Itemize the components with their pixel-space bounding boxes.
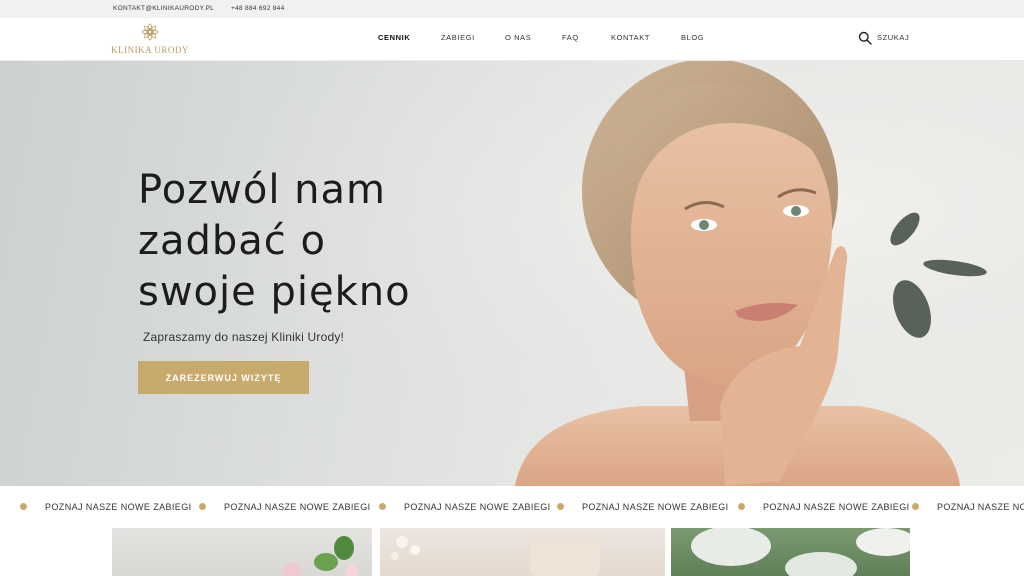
- hero-subtitle: Zapraszamy do naszej Kliniki Urody!: [143, 330, 345, 344]
- logo-text: KLINIKA URODY: [111, 45, 189, 55]
- dot-icon: [20, 503, 27, 510]
- contact-email-link[interactable]: KONTAKT@KLINIKAURODY.PL: [113, 5, 214, 12]
- news-marquee: POZNAJ NASZE NOWE ZABIEGI POZNAJ NASZE N…: [0, 486, 1024, 528]
- marquee-text: POZNAJ NASZE NOWE ZABIEGI: [224, 502, 371, 512]
- hero-title-line: Pozwól nam: [138, 167, 387, 213]
- book-visit-button[interactable]: ZAREZERWUJ WIZYTĘ: [138, 361, 309, 394]
- marquee-text: POZNAJ NASZE NOWE ZABIEGI: [404, 502, 551, 512]
- marquee-item: POZNAJ NASZE NOWE ZABIEGI: [379, 502, 551, 512]
- nav-item-faq[interactable]: FAQ: [562, 33, 579, 42]
- nav-item-kontakt[interactable]: KONTAKT: [611, 33, 650, 42]
- nav-item-zabiegi[interactable]: ZABIEGI: [441, 33, 475, 42]
- treatment-card-image: [283, 536, 359, 576]
- treatment-card-image: [691, 528, 910, 576]
- dot-icon: [738, 503, 745, 510]
- marquee-item: POZNAJ NASZE NOWE ZABIEGI: [912, 502, 1024, 512]
- top-contact-bar: KONTAKT@KLINIKAURODY.PL +48 884 692 844: [0, 0, 1024, 18]
- marquee-item: POZNAJ NASZE NOWE ZABIEGI: [199, 502, 371, 512]
- hero-title: Pozwól nam zadbać o swoje piękno: [138, 165, 558, 318]
- nav-item-o-nas[interactable]: O NAS: [505, 33, 531, 42]
- marquee-item: POZNAJ NASZE NOWE ZABIEGI: [20, 502, 192, 512]
- dot-icon: [912, 503, 919, 510]
- marquee-text: POZNAJ NASZE NOWE ZABIEGI: [45, 502, 192, 512]
- marquee-text: POZNAJ NASZE NOWE ZABIEGI: [763, 502, 910, 512]
- dot-icon: [557, 503, 564, 510]
- treatment-card[interactable]: [380, 528, 665, 576]
- marquee-item: POZNAJ NASZE NOWE ZABIEGI: [557, 502, 729, 512]
- dot-icon: [199, 503, 206, 510]
- search-label: SZUKAJ: [877, 33, 910, 42]
- treatment-card[interactable]: [671, 528, 910, 576]
- search-icon: [858, 31, 872, 45]
- hero-title-line: swoje piękno: [138, 269, 411, 315]
- site-header: KLINIKA URODY CENNIK ZABIEGI O NAS FAQ K…: [0, 18, 1024, 61]
- hero-section: Pozwól nam zadbać o swoje piękno Zaprasz…: [0, 61, 1024, 486]
- nav-item-cennik[interactable]: CENNIK: [378, 33, 410, 42]
- contact-phone-link[interactable]: +48 884 692 844: [231, 5, 284, 12]
- marquee-text: POZNAJ NASZE NOWE ZABIEGI: [937, 502, 1024, 512]
- nav-item-blog[interactable]: BLOG: [681, 33, 704, 42]
- treatment-card[interactable]: [112, 528, 372, 576]
- dot-icon: [379, 503, 386, 510]
- hero-title-line: zadbać o: [138, 218, 326, 264]
- treatment-card-image: [391, 536, 600, 576]
- marquee-item: POZNAJ NASZE NOWE ZABIEGI: [738, 502, 910, 512]
- marquee-text: POZNAJ NASZE NOWE ZABIEGI: [582, 502, 729, 512]
